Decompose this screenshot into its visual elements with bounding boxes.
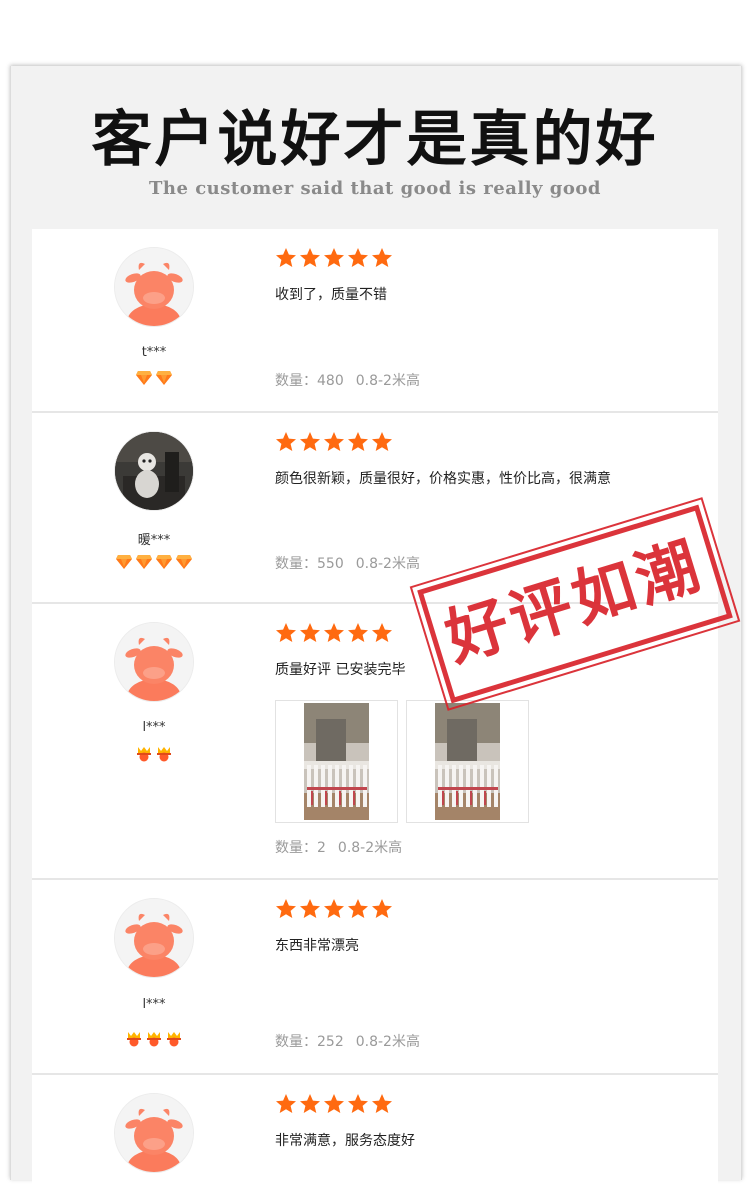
star-icon xyxy=(348,432,368,451)
reviewer-name: t*** xyxy=(141,345,167,360)
star-icon xyxy=(324,623,344,642)
diamond-icon xyxy=(116,555,132,569)
reviewer-name: l*** xyxy=(142,997,166,1012)
star-rating xyxy=(275,1093,395,1115)
star-icon xyxy=(348,899,368,918)
star-icon xyxy=(276,432,296,451)
review-list: t*** 收到了，质量不错 数量：480 0.8-2米高 暖*** 颜色很新颖，… xyxy=(32,229,718,1185)
star-icon xyxy=(324,248,344,267)
diamond-icon xyxy=(156,371,172,385)
review-photo-thumbnail[interactable] xyxy=(406,700,529,823)
star-icon xyxy=(276,623,296,642)
star-icon xyxy=(300,1094,320,1113)
star-icon xyxy=(372,1094,392,1113)
cow-avatar-icon[interactable] xyxy=(114,898,194,978)
review-text: 东西非常漂亮 xyxy=(275,938,359,954)
review-text: 收到了，质量不错 xyxy=(275,287,387,303)
page-subtitle: The customer said that good is really go… xyxy=(149,178,601,199)
order-info: 数量：480 0.8-2米高 xyxy=(275,370,420,390)
review-photo-thumbnail[interactable] xyxy=(275,700,398,823)
star-icon xyxy=(324,899,344,918)
crown-medal-icon xyxy=(167,1032,181,1047)
reviewer-level xyxy=(32,554,276,570)
star-icon xyxy=(348,248,368,267)
spec-label: 0.8-2米高 xyxy=(355,373,420,389)
star-icon xyxy=(324,1094,344,1113)
reviewer-name: 暖*** xyxy=(137,533,171,548)
top-strip xyxy=(0,0,750,66)
crown-medal-icon xyxy=(127,1032,141,1047)
star-icon xyxy=(372,432,392,451)
star-icon xyxy=(300,248,320,267)
spec-label: 0.8-2米高 xyxy=(337,840,403,856)
review-text: 质量好评 已安装完毕 xyxy=(275,662,406,678)
star-icon xyxy=(372,248,392,267)
diamond-icon xyxy=(156,555,172,569)
order-info: 数量：252 0.8-2米高 xyxy=(275,1031,420,1051)
reviewer-level xyxy=(32,370,276,386)
diamond-icon xyxy=(136,371,152,385)
star-rating xyxy=(275,898,395,920)
star-icon xyxy=(348,1094,368,1113)
review-text: 颜色很新颖，质量很好，价格实惠，性价比高，很满意 xyxy=(275,471,611,487)
review-item: 非常满意，服务态度好 xyxy=(32,1075,718,1185)
crown-medal-icon xyxy=(137,747,151,762)
review-item: l*** 东西非常漂亮 数量：252 0.8-2米高 xyxy=(32,880,718,1075)
cow-avatar-icon[interactable] xyxy=(114,1093,194,1173)
star-icon xyxy=(276,248,296,267)
page-title: 客户说好才是真的好 xyxy=(91,105,659,175)
quantity-label: 数量：550 xyxy=(275,556,344,572)
crown-medal-icon xyxy=(157,747,171,762)
reviewer-name: l*** xyxy=(142,720,166,735)
reviewer-level xyxy=(32,746,276,762)
star-icon xyxy=(276,899,296,918)
photo-avatar-icon[interactable] xyxy=(114,431,194,511)
review-text: 非常满意，服务态度好 xyxy=(275,1133,415,1149)
star-rating xyxy=(275,431,395,453)
quantity-label: 数量：252 xyxy=(275,1034,344,1050)
star-icon xyxy=(300,432,320,451)
star-icon xyxy=(300,899,320,918)
reviewer-level xyxy=(32,1031,276,1047)
spec-label: 0.8-2米高 xyxy=(355,1034,420,1050)
order-info: 数量：550 0.8-2米高 xyxy=(275,553,420,573)
order-info: 数量：2 0.8-2米高 xyxy=(275,837,402,857)
diamond-icon xyxy=(176,555,192,569)
spec-label: 0.8-2米高 xyxy=(355,556,420,572)
star-icon xyxy=(372,623,392,642)
star-rating xyxy=(275,622,395,644)
star-icon xyxy=(276,1094,296,1113)
cow-avatar-icon[interactable] xyxy=(114,247,194,327)
cow-avatar-icon[interactable] xyxy=(114,622,194,702)
star-icon xyxy=(300,623,320,642)
diamond-icon xyxy=(136,555,152,569)
star-icon xyxy=(372,899,392,918)
star-icon xyxy=(348,623,368,642)
review-item: t*** 收到了，质量不错 数量：480 0.8-2米高 xyxy=(32,229,718,413)
crown-medal-icon xyxy=(147,1032,161,1047)
star-rating xyxy=(275,247,395,269)
quantity-label: 数量：480 xyxy=(275,373,344,389)
star-icon xyxy=(324,432,344,451)
quantity-label: 数量：2 xyxy=(275,840,326,856)
